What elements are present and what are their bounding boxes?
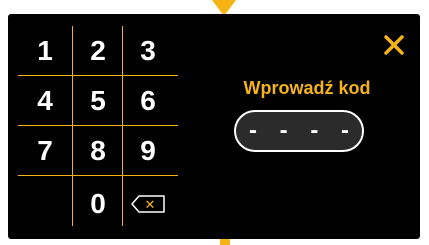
key-8[interactable]: 8 [73, 129, 123, 173]
backspace-icon: ✕ [131, 195, 165, 213]
key-5[interactable]: 5 [73, 79, 123, 123]
key-3[interactable]: 3 [123, 29, 173, 73]
keypad-divider [18, 75, 178, 76]
key-4[interactable]: 4 [20, 79, 70, 123]
code-input[interactable]: - - - - [234, 110, 364, 152]
key-2[interactable]: 2 [73, 29, 123, 73]
dialog-title: Wprowadź kod [243, 78, 371, 98]
close-button[interactable] [379, 30, 409, 60]
numeric-keypad: 1 2 3 4 5 6 7 8 9 0 ✕ [18, 26, 178, 226]
key-6[interactable]: 6 [123, 79, 173, 123]
key-0[interactable]: 0 [73, 182, 123, 226]
key-9[interactable]: 9 [123, 129, 173, 173]
close-icon [384, 35, 404, 55]
key-7[interactable]: 7 [20, 129, 70, 173]
key-1[interactable]: 1 [20, 29, 70, 73]
bottom-indicator [220, 239, 230, 245]
keypad-divider [18, 125, 178, 126]
backspace-button[interactable]: ✕ [123, 182, 173, 226]
keypad-divider [18, 175, 178, 176]
